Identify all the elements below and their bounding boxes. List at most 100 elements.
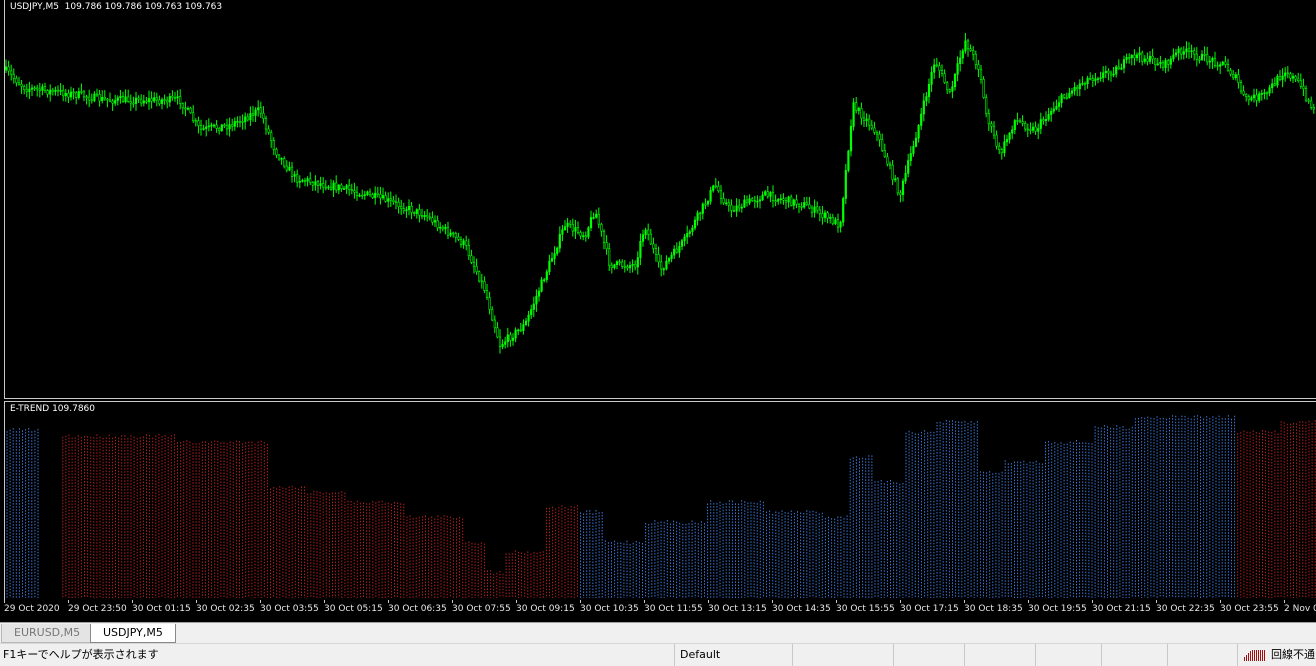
candle — [228, 117, 231, 137]
candle — [439, 222, 442, 234]
candle — [696, 210, 699, 226]
time-axis: 29 Oct 2020 29 Oct 23:50 30 Oct 01:15 30 Oc… — [0, 600, 1316, 622]
candle — [1117, 59, 1120, 70]
candle — [795, 194, 798, 209]
candle — [1089, 72, 1092, 81]
candle — [917, 124, 920, 143]
candle — [342, 186, 346, 190]
candle — [353, 182, 356, 199]
status-profile[interactable]: Default — [674, 644, 792, 666]
candle — [288, 161, 291, 172]
candle — [1024, 120, 1027, 132]
candle — [236, 116, 239, 128]
candle — [28, 81, 31, 99]
candle — [306, 176, 309, 187]
candle — [1016, 112, 1019, 125]
time-label: 2 Nov 0 — [1284, 604, 1316, 614]
candle — [1247, 94, 1250, 106]
candle — [1278, 70, 1282, 82]
candle — [246, 113, 249, 122]
candle — [1185, 41, 1188, 59]
candle — [540, 276, 543, 293]
candle — [800, 202, 803, 211]
candle — [137, 95, 140, 103]
candle — [517, 328, 520, 336]
candle — [1203, 46, 1206, 62]
tab-usdjpy[interactable]: USDJPY,M5 — [90, 624, 176, 643]
time-tick — [836, 600, 837, 603]
candle — [758, 196, 762, 209]
candle — [202, 124, 205, 131]
candle — [251, 105, 255, 122]
candle — [1265, 91, 1269, 100]
candle — [951, 80, 954, 99]
time-label: 30 Oct 02:35 — [196, 604, 255, 614]
candle — [1268, 84, 1271, 97]
candle — [290, 162, 294, 183]
candle — [212, 123, 216, 128]
candle — [348, 179, 351, 196]
candle — [995, 130, 998, 150]
candle — [693, 216, 697, 231]
candle — [80, 83, 83, 95]
candle — [714, 178, 717, 189]
candle — [1128, 53, 1131, 64]
candle — [683, 233, 686, 247]
candle — [953, 72, 957, 91]
time-tick — [900, 600, 901, 603]
time-tick — [1284, 600, 1285, 603]
candle — [103, 90, 106, 101]
candle — [132, 96, 135, 108]
candle — [582, 231, 585, 241]
candle — [1115, 65, 1118, 78]
candle — [335, 175, 338, 193]
candle — [704, 198, 707, 210]
candle — [1073, 82, 1076, 96]
time-label: 29 Oct 23:50 — [68, 604, 127, 614]
candle — [691, 225, 694, 236]
time-tick — [1092, 600, 1093, 603]
candle — [142, 94, 145, 107]
candle — [992, 121, 996, 140]
candle — [979, 65, 983, 84]
indicator-pane[interactable]: E-TREND 109.7860 — [4, 401, 1316, 601]
time-tick — [196, 600, 197, 603]
candle — [93, 91, 96, 103]
candle — [1177, 46, 1180, 61]
price-chart-pane[interactable]: USDJPY,M5 109.786 109.786 109.763 109.76… — [4, 0, 1316, 399]
candle — [1289, 71, 1292, 82]
time-tick — [1028, 600, 1029, 603]
time-tick — [644, 600, 645, 603]
candle — [1276, 74, 1279, 88]
candle — [381, 187, 385, 201]
candle — [922, 93, 925, 122]
candle — [153, 92, 156, 103]
candle — [329, 179, 333, 191]
candle — [985, 94, 988, 118]
candle — [1060, 93, 1063, 108]
candle — [1190, 44, 1193, 58]
candle — [33, 85, 36, 91]
candle — [1281, 68, 1284, 88]
candle — [1021, 115, 1024, 127]
candle — [912, 140, 915, 157]
candle — [925, 92, 928, 106]
candle — [244, 112, 247, 130]
candle — [218, 126, 221, 135]
candle — [1255, 88, 1258, 107]
chart-tab-bar: EURUSD,M5 USDJPY,M5 — [0, 622, 1316, 643]
candle — [413, 211, 416, 217]
candle — [894, 174, 897, 183]
candle — [444, 223, 447, 235]
candle — [566, 217, 569, 233]
candle — [652, 237, 655, 254]
candle — [7, 60, 10, 76]
candle — [686, 225, 689, 244]
candle — [860, 102, 863, 125]
time-tick — [708, 600, 709, 603]
candle — [636, 251, 639, 275]
candle — [452, 231, 455, 238]
candle — [1169, 55, 1172, 69]
chart-window[interactable]: USDJPY,M5 109.786 109.786 109.763 109.76… — [0, 0, 1316, 622]
tab-eurusd[interactable]: EURUSD,M5 — [1, 624, 94, 643]
